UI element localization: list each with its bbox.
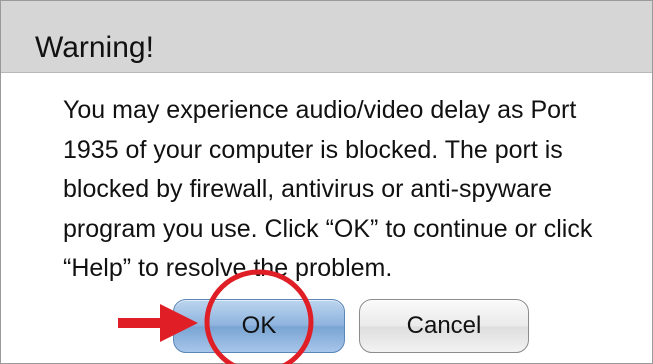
cancel-button[interactable]: Cancel	[359, 299, 529, 353]
warning-dialog: Warning! You may experience audio/video …	[0, 0, 653, 364]
message-line: “Help” to resolve the problem.	[63, 254, 393, 282]
dialog-title: Warning!	[35, 31, 154, 64]
message-line: program you use. Click “OK” to continue …	[63, 214, 593, 243]
ok-button[interactable]: OK	[173, 299, 345, 353]
message-line: 1935 of your computer is blocked. The po…	[63, 135, 563, 164]
warning-message: You may experience audio/video delay as …	[63, 91, 643, 289]
message-line: blocked by firewall, antivirus or anti-s…	[63, 175, 553, 203]
dialog-header: Warning!	[1, 1, 652, 73]
message-line: You may experience audio/video delay as …	[63, 96, 577, 124]
